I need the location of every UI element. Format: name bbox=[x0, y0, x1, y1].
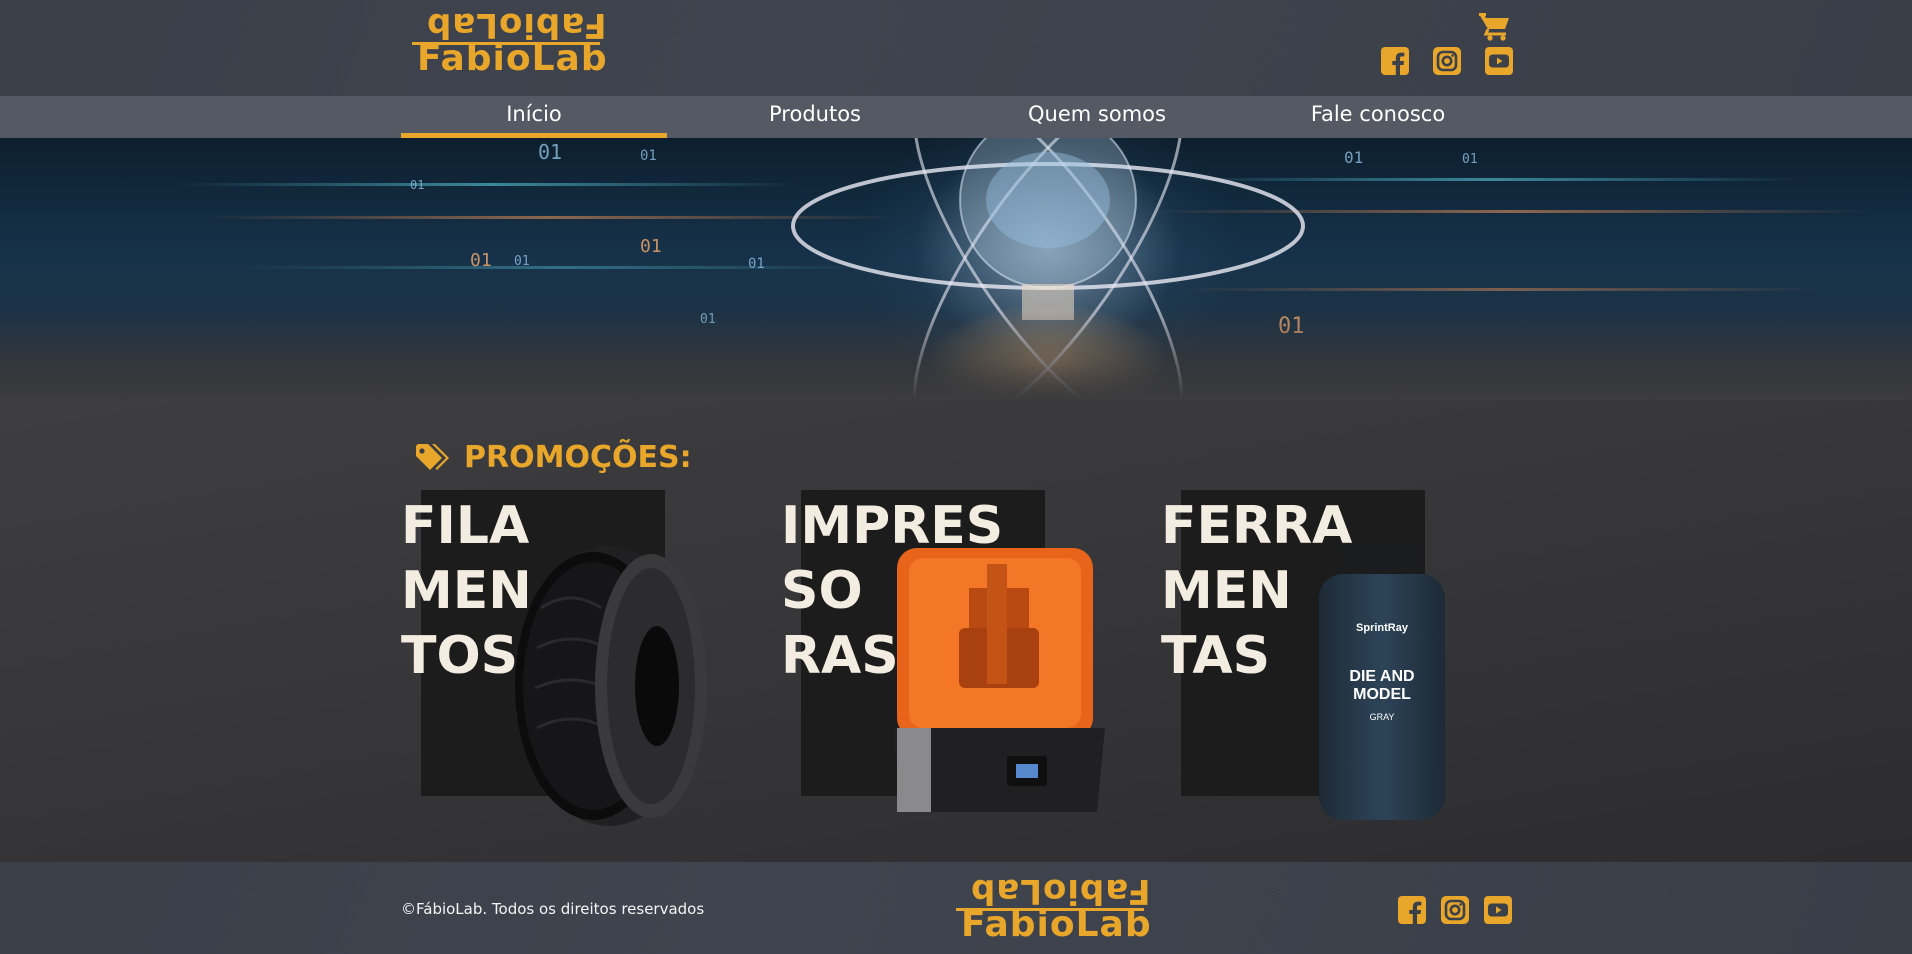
promo-card-filamentos[interactable]: FILA MEN TOS bbox=[401, 490, 707, 830]
bottle-label-line: DIE AND bbox=[1349, 668, 1415, 685]
instagram-icon[interactable] bbox=[1440, 895, 1470, 925]
bottle-label: DIE AND MODEL GRAY bbox=[1319, 668, 1445, 726]
promotions-title: PROMOÇÕES: bbox=[464, 440, 692, 475]
promotions-heading: PROMOÇÕES: bbox=[414, 440, 692, 475]
binary-text: 01 bbox=[470, 250, 492, 271]
binary-text: 01 bbox=[748, 256, 765, 272]
nav-item-inicio[interactable]: Início bbox=[401, 96, 667, 138]
site-header: FabioLab FabioLab bbox=[0, 0, 1912, 96]
tags-icon bbox=[416, 443, 449, 470]
youtube-icon[interactable] bbox=[1483, 895, 1513, 925]
logo-mirror-text: FabioLab bbox=[426, 5, 607, 45]
bottle-brand: SprintRay bbox=[1356, 622, 1408, 634]
facebook-icon[interactable] bbox=[1380, 46, 1410, 76]
logo-mirror-text: FabioLab bbox=[970, 871, 1151, 911]
nav-item-produtos[interactable]: Produtos bbox=[682, 96, 948, 138]
logo-text: FabioLab bbox=[417, 38, 608, 79]
hero-banner: 01 01 01 01 01 01 01 01 01 01 01 bbox=[0, 138, 1912, 400]
binary-text: 01 bbox=[514, 254, 530, 269]
hero-fade bbox=[0, 310, 1912, 400]
shopping-cart-icon[interactable] bbox=[1478, 11, 1512, 41]
brand-logo[interactable]: FabioLab FabioLab bbox=[412, 5, 607, 78]
promo-card-ferramentas[interactable]: FERRA MEN TAS SprintRay DIE AND MODEL GR… bbox=[1161, 490, 1461, 830]
nav-label: Quem somos bbox=[1028, 102, 1166, 126]
footer-social-links bbox=[1397, 895, 1513, 925]
light-streak bbox=[180, 183, 800, 186]
binary-text: 01 bbox=[1462, 152, 1478, 167]
main-navigation: Início Produtos Quem somos Fale conosco bbox=[0, 96, 1912, 138]
3d-printer-image bbox=[893, 548, 1105, 812]
binary-text: 01 bbox=[640, 148, 657, 164]
binary-text: 01 bbox=[410, 178, 425, 192]
nav-label: Produtos bbox=[769, 102, 861, 126]
site-footer: ©FábioLab. Todos os direitos reservados … bbox=[0, 862, 1912, 954]
nav-item-quem-somos[interactable]: Quem somos bbox=[964, 96, 1230, 138]
promo-card-impressoras[interactable]: IMPRES SO RAS bbox=[781, 490, 1105, 830]
resin-bottle-image: SprintRay DIE AND MODEL GRAY bbox=[1319, 544, 1445, 820]
copyright-text: ©FábioLab. Todos os direitos reservados bbox=[401, 900, 705, 918]
bottle-label-line: MODEL bbox=[1353, 686, 1411, 703]
binary-text: 01 bbox=[538, 140, 563, 164]
binary-text: 01 bbox=[1344, 148, 1364, 167]
footer-logo[interactable]: FabioLab FabioLab bbox=[956, 871, 1151, 944]
header-social-links bbox=[1380, 46, 1514, 76]
logo-text: FabioLab bbox=[961, 904, 1152, 945]
nav-item-fale-conosco[interactable]: Fale conosco bbox=[1245, 96, 1511, 138]
binary-text: 01 bbox=[640, 236, 662, 257]
instagram-icon[interactable] bbox=[1432, 46, 1462, 76]
youtube-icon[interactable] bbox=[1484, 46, 1514, 76]
nav-label: Fale conosco bbox=[1310, 102, 1446, 126]
facebook-icon[interactable] bbox=[1397, 895, 1427, 925]
bottle-label-line: GRAY bbox=[1369, 712, 1395, 722]
filament-spool-image bbox=[515, 546, 707, 826]
nav-label: Início bbox=[506, 102, 562, 126]
